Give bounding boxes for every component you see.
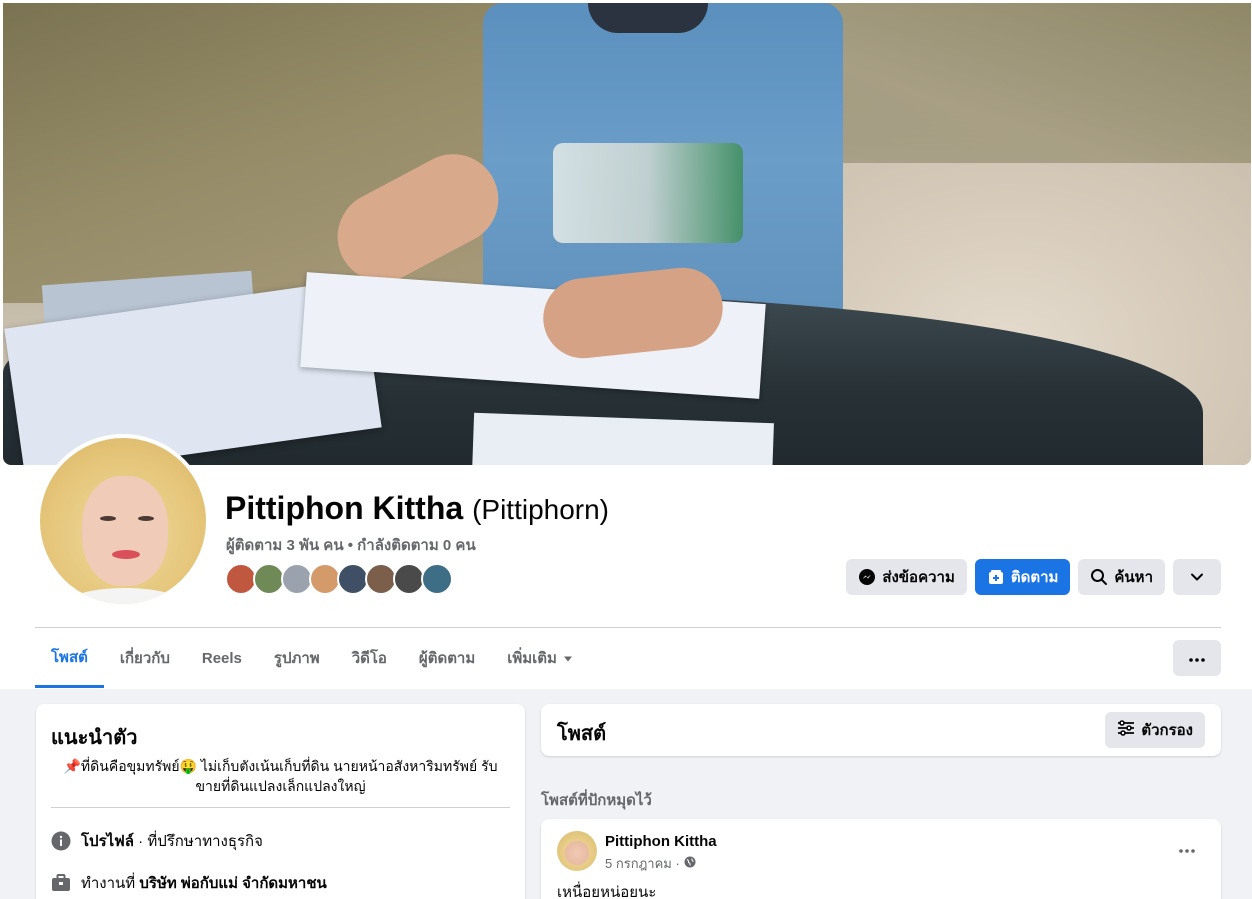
post-author-avatar[interactable] xyxy=(557,831,597,871)
posts-header: โพสต์ ตัวกรอง xyxy=(541,704,1221,756)
tab-label: เพิ่มเติม xyxy=(507,650,557,667)
tab-videos[interactable]: วิดีโอ xyxy=(336,628,403,688)
search-button[interactable]: ค้นหา xyxy=(1078,559,1165,595)
tab-reels[interactable]: Reels xyxy=(186,628,258,688)
post-meta: 5 กรกฎาคม · xyxy=(605,853,696,874)
intro-card: แนะนำตัว 📌ที่ดินคือขุมทรัพย์🤑 ไม่เก็บตัง… xyxy=(36,704,525,899)
post-more-button[interactable] xyxy=(1169,837,1205,861)
intro-title: แนะนำตัว xyxy=(51,727,138,749)
message-button[interactable]: ส่งข้อความ xyxy=(846,559,967,595)
followers-avatars[interactable] xyxy=(225,563,453,595)
caret-down-icon xyxy=(563,650,573,667)
tab-photos[interactable]: รูปภาพ xyxy=(258,628,336,688)
follow-button-label: ติดตาม xyxy=(1010,569,1059,586)
tab-about[interactable]: เกี่ยวกับ xyxy=(104,628,186,688)
tabs-more-button[interactable] xyxy=(1173,640,1221,676)
intro-profile-category: · ที่ปรึกษาทางธุรกิจ xyxy=(134,833,263,850)
tab-label: Reels xyxy=(201,649,242,667)
filter-icon xyxy=(1117,720,1135,740)
message-button-label: ส่งข้อความ xyxy=(882,569,955,586)
info-icon xyxy=(51,831,71,851)
tab-label: เกี่ยวกับ xyxy=(119,650,170,667)
tab-followers[interactable]: ผู้ติดตาม xyxy=(403,628,491,688)
intro-profile-row: โปรไฟล์ · ที่ปรึกษาทางธุรกิจ xyxy=(51,829,263,853)
profile-dropdown-button[interactable] xyxy=(1173,559,1221,595)
post-text: เหนื่อยหน่อยนะ xyxy=(557,884,657,899)
globe-icon xyxy=(684,856,696,871)
posts-title: โพสต์ xyxy=(557,723,607,745)
follow-icon xyxy=(987,568,1005,586)
intro-divider xyxy=(51,807,510,808)
tab-label: โพสต์ xyxy=(51,648,88,666)
search-icon xyxy=(1090,568,1108,586)
intro-work-prefix: ทำงานที่ xyxy=(81,875,140,892)
intro-bio: 📌ที่ดินคือขุมทรัพย์🤑 ไม่เก็บตังเน้นเก็บท… xyxy=(63,758,498,794)
pinned-post-card: Pittiphon Kittha 5 กรกฎาคม · เหนื่อยหน่อ… xyxy=(541,819,1221,899)
post-date[interactable]: 5 กรกฎาคม · xyxy=(605,853,680,874)
intro-profile-label[interactable]: โปรไฟล์ xyxy=(81,833,134,850)
profile-actions: ส่งข้อความ ติดตาม ค้นหา xyxy=(846,559,1221,595)
search-button-label: ค้นหา xyxy=(1114,569,1153,586)
tab-more[interactable]: เพิ่มเติม xyxy=(491,628,589,688)
pinned-posts-label: โพสต์ที่ปักหมุดไว้ xyxy=(541,792,652,809)
filter-button-label: ตัวกรอง xyxy=(1141,722,1193,739)
more-dots-icon xyxy=(1179,840,1195,858)
tab-label: รูปภาพ xyxy=(273,650,320,667)
profile-header: Pittiphon Kittha (Pittiphorn) ผู้ติดตาม … xyxy=(0,0,1252,689)
briefcase-icon xyxy=(51,873,71,893)
tab-posts[interactable]: โพสต์ xyxy=(35,628,104,688)
follow-button[interactable]: ติดตาม xyxy=(974,559,1071,595)
more-dots-icon xyxy=(1189,649,1205,667)
filter-button[interactable]: ตัวกรอง xyxy=(1105,712,1205,748)
follower-avatar[interactable] xyxy=(421,563,453,595)
profile-tabs: โพสต์ เกี่ยวกับ Reels รูปภาพ วิดีโอ ผู้ต… xyxy=(35,628,589,688)
intro-work-row: ทำงานที่ บริษัท พ่อกับแม่ จำกัดมหาชน xyxy=(51,871,327,895)
cover-photo[interactable] xyxy=(3,3,1251,465)
tab-label: วิดีโอ xyxy=(351,650,387,667)
intro-work-company[interactable]: บริษัท พ่อกับแม่ จำกัดมหาชน xyxy=(139,875,326,892)
messenger-icon xyxy=(858,568,876,586)
profile-alt-name: (Pittiphorn) xyxy=(472,494,609,525)
post-author-name[interactable]: Pittiphon Kittha xyxy=(605,833,717,850)
profile-name: Pittiphon Kittha (Pittiphorn) xyxy=(225,490,609,527)
tab-label: ผู้ติดตาม xyxy=(418,650,476,667)
chevron-down-icon xyxy=(1190,570,1204,584)
follow-stats[interactable]: ผู้ติดตาม 3 พัน คน • กำลังติดตาม 0 คน xyxy=(226,533,476,557)
profile-avatar[interactable] xyxy=(36,434,210,608)
profile-name-text: Pittiphon Kittha xyxy=(225,490,464,526)
